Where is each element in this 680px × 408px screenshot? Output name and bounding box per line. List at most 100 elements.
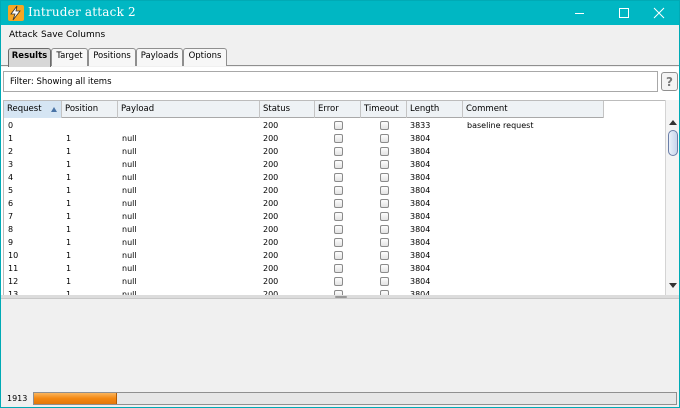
error-checkbox[interactable] bbox=[334, 225, 343, 234]
column-header-comment[interactable]: Comment bbox=[463, 101, 604, 118]
scroll-down-icon[interactable] bbox=[669, 283, 677, 288]
error-checkbox[interactable] bbox=[334, 186, 343, 195]
menu-attack[interactable]: Attack bbox=[9, 30, 38, 40]
table-row[interactable]: 10 1 null 200 3804 bbox=[4, 249, 604, 262]
filter-bar[interactable]: Filter: Showing all items bbox=[3, 71, 658, 92]
timeout-checkbox[interactable] bbox=[380, 225, 389, 234]
scroll-up-icon[interactable] bbox=[669, 120, 677, 125]
table-header: Request Position Payload Status Error Ti… bbox=[4, 101, 604, 118]
column-header-status[interactable]: Status bbox=[260, 101, 315, 118]
cell-length: 3804 bbox=[410, 147, 431, 156]
cell-length: 3804 bbox=[410, 212, 431, 221]
cell-status: 200 bbox=[263, 147, 279, 156]
help-button[interactable]: ? bbox=[661, 72, 678, 91]
cell-payload: null bbox=[122, 225, 137, 234]
timeout-checkbox[interactable] bbox=[380, 251, 389, 260]
timeout-checkbox[interactable] bbox=[380, 212, 389, 221]
error-checkbox[interactable] bbox=[334, 134, 343, 143]
tab-options[interactable]: Options bbox=[183, 48, 227, 66]
cell-position: 1 bbox=[66, 173, 72, 182]
error-checkbox[interactable] bbox=[334, 238, 343, 247]
cell-length: 3804 bbox=[410, 199, 431, 208]
menu-columns[interactable]: Columns bbox=[66, 30, 105, 40]
timeout-checkbox[interactable] bbox=[380, 173, 389, 182]
table-row[interactable]: 1 1 null 200 3804 bbox=[4, 132, 604, 145]
cell-request: 11 bbox=[8, 264, 19, 273]
sort-ascending-icon bbox=[51, 107, 57, 112]
timeout-checkbox[interactable] bbox=[380, 147, 389, 156]
tab-positions[interactable]: Positions bbox=[88, 48, 136, 66]
timeout-checkbox[interactable] bbox=[380, 238, 389, 247]
timeout-checkbox[interactable] bbox=[380, 134, 389, 143]
cell-position: 1 bbox=[66, 199, 72, 208]
table-row[interactable]: 13 1 null 200 3804 bbox=[4, 288, 604, 295]
tab-payloads[interactable]: Payloads bbox=[136, 48, 183, 66]
cell-position: 1 bbox=[66, 147, 72, 156]
timeout-checkbox[interactable] bbox=[380, 121, 389, 130]
request-count: 1913 bbox=[7, 394, 28, 403]
column-header-timeout[interactable]: Timeout bbox=[361, 101, 407, 118]
column-header-payload[interactable]: Payload bbox=[118, 101, 260, 118]
table-row[interactable]: 4 1 null 200 3804 bbox=[4, 171, 604, 184]
table-row[interactable]: 9 1 null 200 3804 bbox=[4, 236, 604, 249]
cell-length: 3804 bbox=[410, 186, 431, 195]
error-checkbox[interactable] bbox=[334, 173, 343, 182]
timeout-checkbox[interactable] bbox=[380, 199, 389, 208]
column-header-length[interactable]: Length bbox=[407, 101, 463, 118]
timeout-checkbox[interactable] bbox=[380, 277, 389, 286]
cell-status: 200 bbox=[263, 160, 279, 169]
column-header-position[interactable]: Position bbox=[62, 101, 118, 118]
cell-request: 7 bbox=[8, 212, 14, 221]
timeout-checkbox[interactable] bbox=[380, 186, 389, 195]
column-header-error[interactable]: Error bbox=[315, 101, 361, 118]
tab-target[interactable]: Target bbox=[51, 48, 88, 66]
error-checkbox[interactable] bbox=[334, 264, 343, 273]
cell-payload: null bbox=[122, 277, 137, 286]
table-row[interactable]: 0 200 3833 baseline request bbox=[4, 119, 604, 132]
cell-length: 3804 bbox=[410, 251, 431, 260]
cell-request: 10 bbox=[8, 251, 19, 260]
cell-payload: null bbox=[122, 173, 137, 182]
cell-request: 6 bbox=[8, 199, 14, 208]
error-checkbox[interactable] bbox=[334, 251, 343, 260]
cell-position: 1 bbox=[66, 238, 72, 247]
table-row[interactable]: 12 1 null 200 3804 bbox=[4, 275, 604, 288]
error-checkbox[interactable] bbox=[334, 277, 343, 286]
cell-request: 0 bbox=[8, 121, 14, 130]
cell-status: 200 bbox=[263, 186, 279, 195]
close-button[interactable] bbox=[637, 1, 680, 25]
cell-payload: null bbox=[122, 251, 137, 260]
error-checkbox[interactable] bbox=[334, 147, 343, 156]
table-row[interactable]: 3 1 null 200 3804 bbox=[4, 158, 604, 171]
cell-request: 8 bbox=[8, 225, 14, 234]
error-checkbox[interactable] bbox=[334, 199, 343, 208]
cell-position: 1 bbox=[66, 186, 72, 195]
vertical-scrollbar[interactable] bbox=[665, 100, 679, 295]
cell-status: 200 bbox=[263, 199, 279, 208]
column-header-request[interactable]: Request bbox=[4, 101, 62, 118]
tab-bar: Results Target Positions Payloads Option… bbox=[1, 44, 679, 67]
menu-bar: Attack Save Columns bbox=[1, 25, 679, 44]
tab-results[interactable]: Results bbox=[8, 48, 51, 67]
menu-save[interactable]: Save bbox=[41, 30, 63, 40]
title-bar[interactable]: Intruder attack 2 bbox=[1, 1, 679, 25]
timeout-checkbox[interactable] bbox=[380, 160, 389, 169]
cell-payload: null bbox=[122, 264, 137, 273]
table-row[interactable]: 6 1 null 200 3804 bbox=[4, 197, 604, 210]
table-row[interactable]: 5 1 null 200 3804 bbox=[4, 184, 604, 197]
table-row[interactable]: 11 1 null 200 3804 bbox=[4, 262, 604, 275]
table-row[interactable]: 2 1 null 200 3804 bbox=[4, 145, 604, 158]
error-checkbox[interactable] bbox=[334, 212, 343, 221]
scroll-thumb[interactable] bbox=[668, 130, 678, 156]
lightning-logo-icon bbox=[8, 5, 24, 21]
cell-request: 2 bbox=[8, 147, 14, 156]
minimize-button[interactable] bbox=[557, 1, 601, 25]
error-checkbox[interactable] bbox=[334, 160, 343, 169]
cell-position: 1 bbox=[66, 251, 72, 260]
timeout-checkbox[interactable] bbox=[380, 264, 389, 273]
cell-position: 1 bbox=[66, 212, 72, 221]
error-checkbox[interactable] bbox=[334, 121, 343, 130]
table-row[interactable]: 7 1 null 200 3804 bbox=[4, 210, 604, 223]
cell-position: 1 bbox=[66, 160, 72, 169]
table-row[interactable]: 8 1 null 200 3804 bbox=[4, 223, 604, 236]
